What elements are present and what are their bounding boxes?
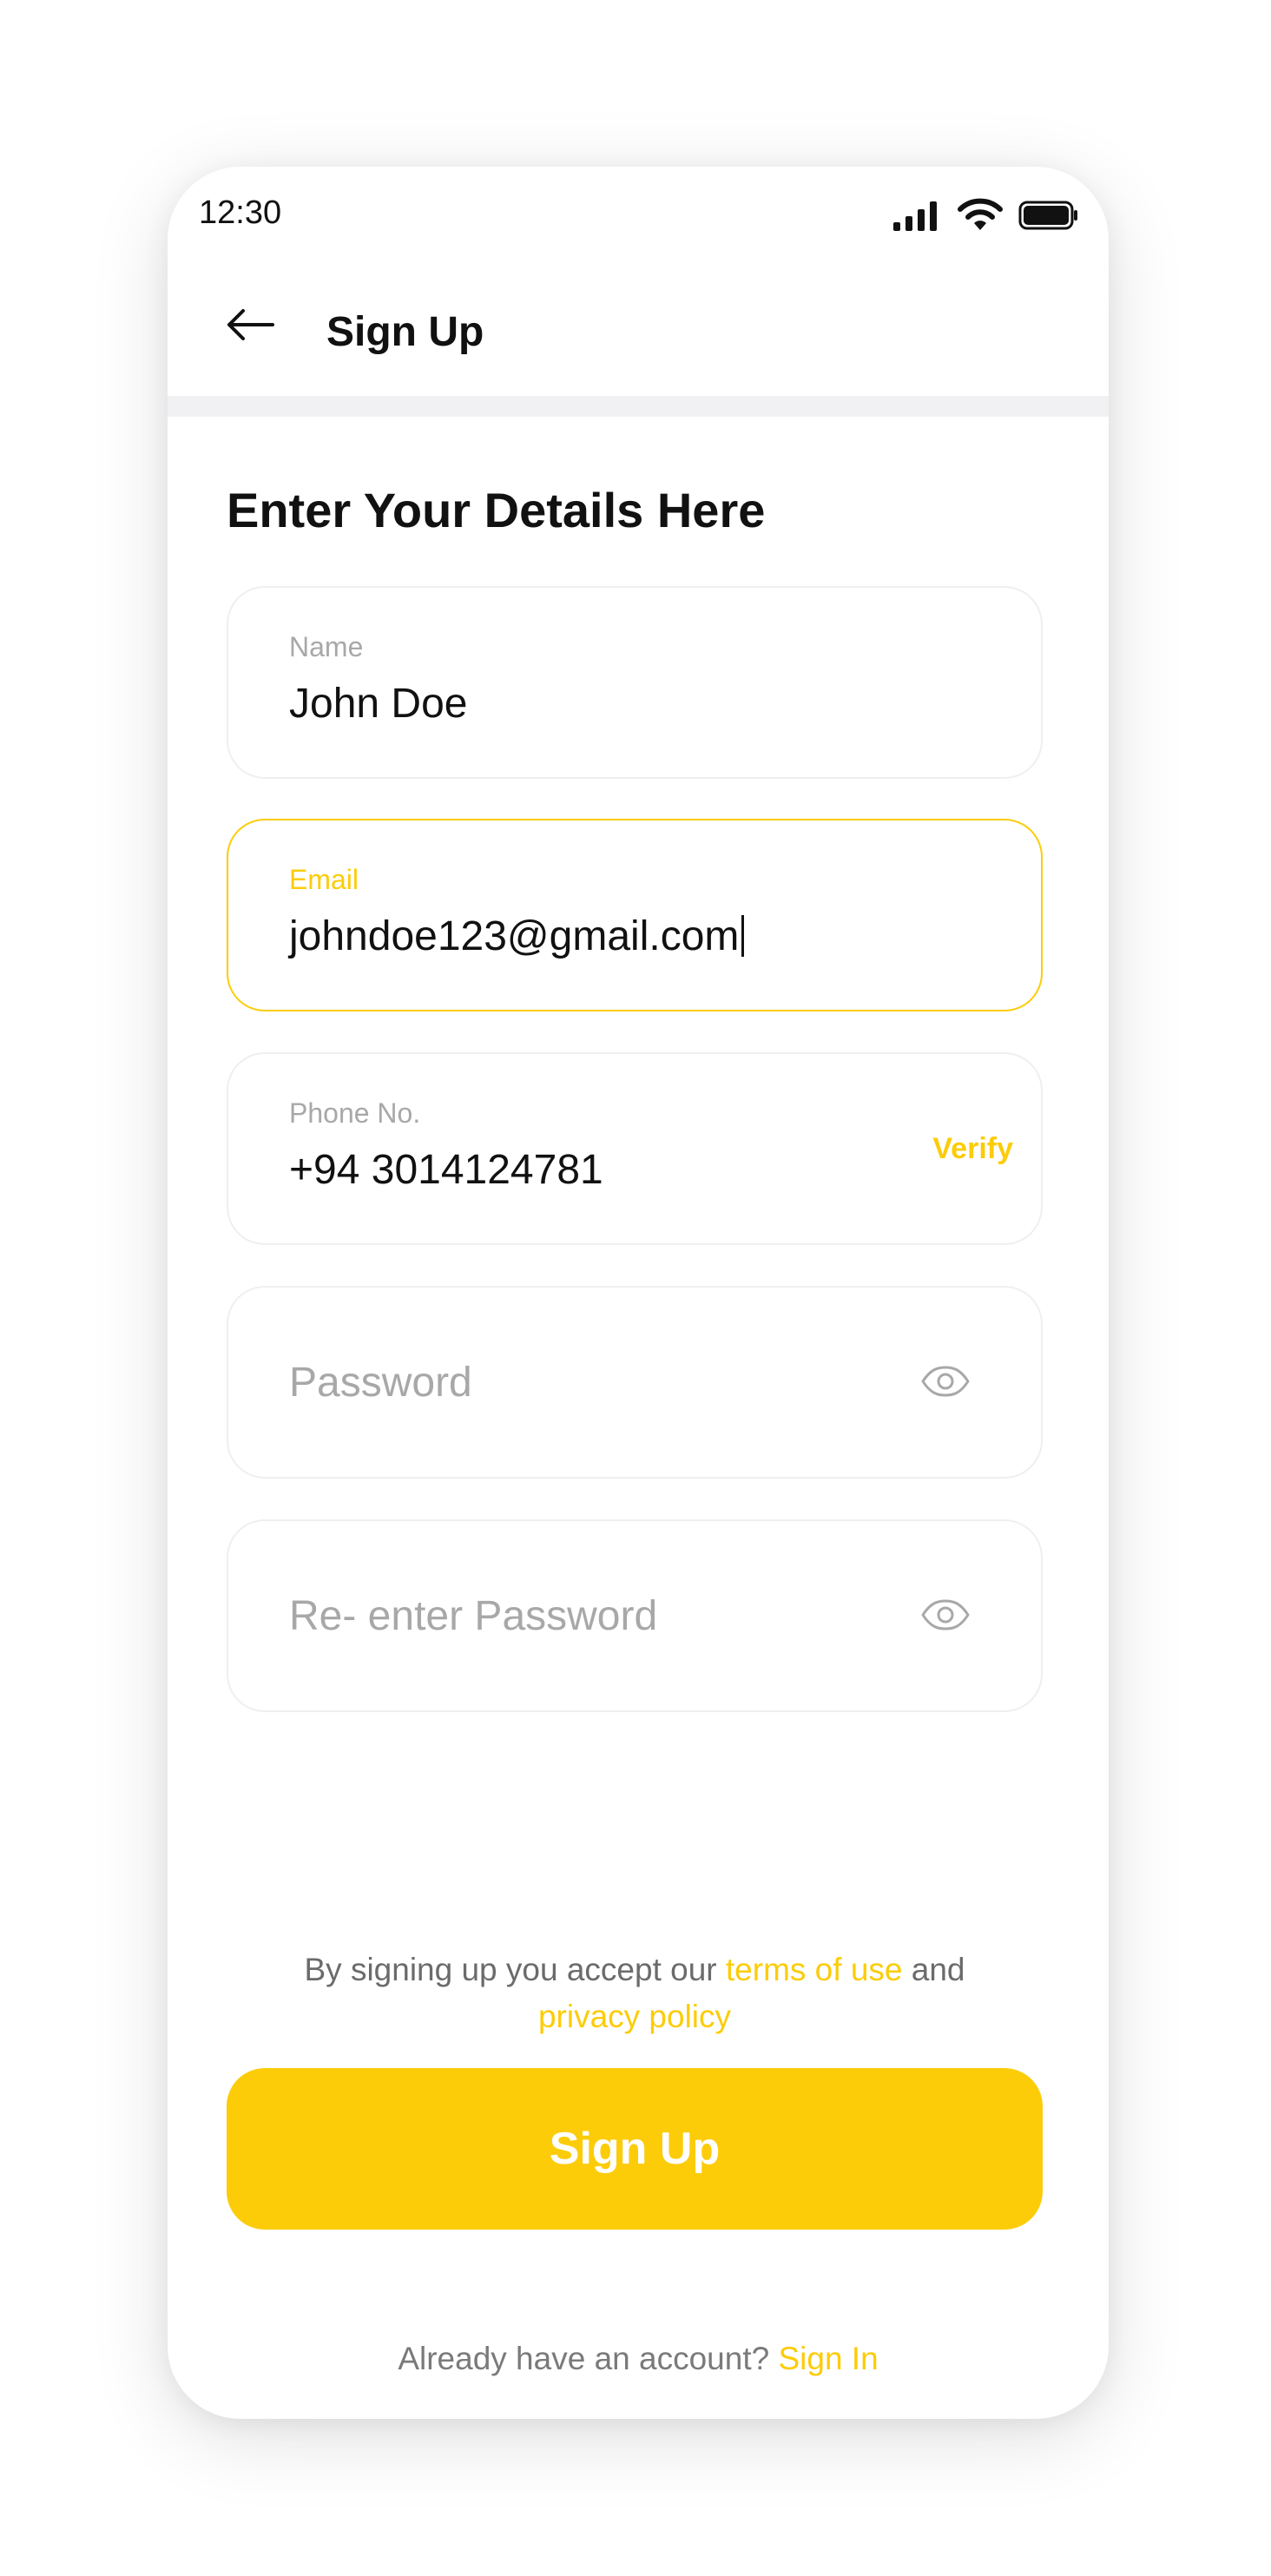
status-icons (892, 198, 1079, 237)
header-divider (168, 396, 1109, 417)
name-value: John Doe (289, 681, 468, 727)
password-placeholder: Password (289, 1360, 472, 1406)
sign-up-button[interactable]: Sign Up (227, 2068, 1043, 2230)
phone-label: Phone No. (289, 1097, 421, 1129)
email-value-container: johndoe123@gmail.com (289, 912, 745, 960)
form-title: Enter Your Details Here (227, 483, 766, 537)
signal-icon (892, 198, 942, 237)
toggle-confirm-password-visibility[interactable] (919, 1596, 971, 1637)
page-title: Sign Up (326, 309, 484, 355)
eye-icon (920, 1598, 971, 1636)
wifi-icon (958, 198, 1003, 237)
confirm-password-field[interactable]: Re- enter Password (227, 1519, 1043, 1712)
privacy-policy-link[interactable]: privacy policy (538, 1999, 731, 2034)
terms-middle: and (902, 1952, 965, 1987)
verify-button[interactable]: Verify (932, 1132, 1013, 1166)
name-field[interactable]: Name John Doe (227, 586, 1043, 779)
status-bar: 12:30 (168, 167, 1109, 262)
terms-prefix: By signing up you accept our (304, 1952, 726, 1987)
toggle-password-visibility[interactable] (919, 1362, 971, 1404)
terms-text: By signing up you accept our terms of us… (227, 1947, 1043, 2040)
confirm-password-placeholder: Re- enter Password (289, 1593, 658, 1639)
app-header: Sign Up (168, 262, 1109, 389)
arrow-left-icon (226, 307, 274, 346)
text-caret (741, 915, 745, 957)
email-field[interactable]: Email johndoe123@gmail.com (227, 819, 1043, 1011)
sign-in-link[interactable]: Sign In (778, 2341, 878, 2376)
phone-field[interactable]: Phone No. +94 3014124781 Verify (227, 1052, 1043, 1245)
status-time: 12:30 (199, 194, 282, 231)
phone-frame: 12:30 Sign Up Enter Your Details Here Na… (168, 167, 1109, 2419)
battery-icon (1018, 200, 1079, 235)
sign-in-question: Already have an account? (398, 2341, 779, 2376)
eye-icon (920, 1365, 971, 1402)
terms-of-use-link[interactable]: terms of use (726, 1952, 903, 1987)
back-button[interactable] (220, 300, 280, 352)
email-label: Email (289, 864, 359, 895)
phone-value: +94 3014124781 (289, 1147, 603, 1193)
email-value: johndoe123@gmail.com (289, 913, 740, 959)
sign-in-prompt: Already have an account? Sign In (168, 2341, 1109, 2377)
name-label: Name (289, 631, 364, 662)
password-field[interactable]: Password (227, 1286, 1043, 1479)
